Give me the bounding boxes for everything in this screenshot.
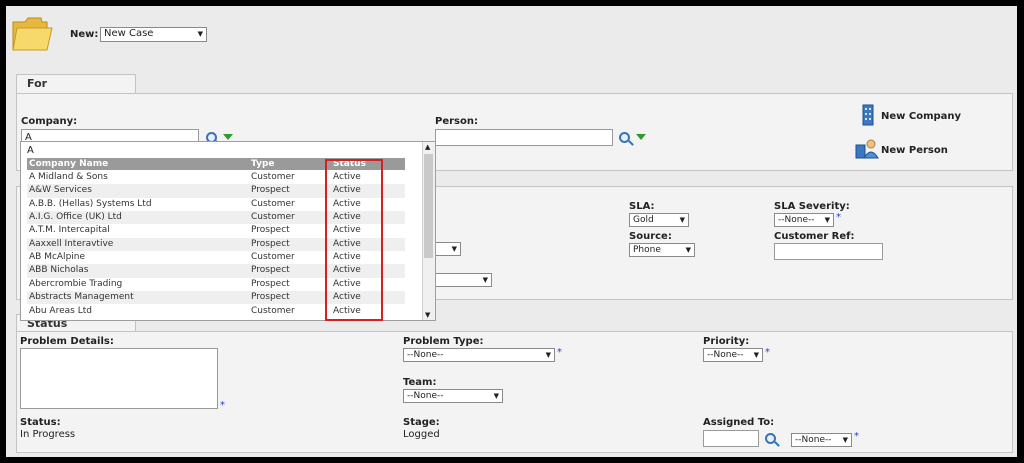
priority-select-value: --None-- <box>707 350 744 360</box>
chevron-down-icon: ▼ <box>679 216 685 224</box>
stage-value: Logged <box>403 429 440 440</box>
company-options-icon[interactable] <box>223 134 233 140</box>
scroll-down-icon[interactable]: ▼ <box>425 311 430 319</box>
row-company-name: A&W Services <box>29 185 92 196</box>
status-value: In Progress <box>20 429 76 440</box>
person-options-icon[interactable] <box>636 134 646 140</box>
chevron-down-icon: ▼ <box>451 245 457 253</box>
sla-select[interactable]: Gold ▼ <box>629 213 689 227</box>
tab-for[interactable]: For <box>16 74 136 94</box>
team-label: Team: <box>403 377 437 388</box>
row-company-name: A.B.B. (Hellas) Systems Ltd <box>29 198 152 209</box>
row-type: Prospect <box>251 185 290 196</box>
assigned-to-input[interactable] <box>703 430 759 447</box>
folder-icon <box>11 14 53 54</box>
problem-type-select-value: --None-- <box>407 350 444 360</box>
problem-details-textarea[interactable] <box>20 348 218 409</box>
chevron-down-icon: ▼ <box>482 276 488 284</box>
priority-select[interactable]: --None-- ▼ <box>703 348 763 362</box>
problem-type-label: Problem Type: <box>403 336 484 347</box>
col-type: Type <box>251 159 275 169</box>
new-company-link[interactable]: New Company <box>881 111 961 122</box>
required-marker: * <box>765 347 770 358</box>
problem-details-label: Problem Details: <box>20 336 114 347</box>
row-company-name: Abu Areas Ltd <box>29 305 92 316</box>
row-company-name: Abercrombie Trading <box>29 278 123 289</box>
row-type: Prospect <box>251 238 290 249</box>
chevron-down-icon: ▼ <box>493 392 499 400</box>
required-marker: * <box>836 212 841 223</box>
sla-severity-label: SLA Severity: <box>774 201 850 212</box>
status-column-highlight <box>325 159 383 321</box>
person-input[interactable] <box>435 129 613 146</box>
source-label: Source: <box>629 231 672 242</box>
scroll-up-icon[interactable]: ▲ <box>425 143 430 151</box>
chevron-down-icon: ▼ <box>824 216 830 224</box>
col-company-name: Company Name <box>29 159 109 169</box>
tab-for-label: For <box>27 77 48 90</box>
chevron-down-icon: ▼ <box>545 351 551 359</box>
row-type: Prospect <box>251 278 290 289</box>
new-label: New: <box>70 29 99 40</box>
row-company-name: AB McAlpine <box>29 252 86 263</box>
stage-label: Stage: <box>403 417 440 428</box>
row-type: Prospect <box>251 225 290 236</box>
row-type: Prospect <box>251 292 290 303</box>
row-company-name: Abstracts Management <box>29 292 134 303</box>
new-company-icon[interactable] <box>860 104 876 126</box>
new-person-link[interactable]: New Person <box>881 145 948 156</box>
assigned-to-label: Assigned To: <box>703 417 775 428</box>
row-company-name: Aaxxell Interavtive <box>29 238 114 249</box>
sla-label: SLA: <box>629 201 655 212</box>
customer-ref-label: Customer Ref: <box>774 231 855 242</box>
assigned-to-search-icon[interactable] <box>765 433 776 444</box>
assigned-to-select[interactable]: --None-- ▼ <box>791 433 852 447</box>
hidden-select-2[interactable]: ▼ <box>435 273 492 287</box>
status-panel: Problem Details: * Problem Type: --None-… <box>16 331 1013 453</box>
row-type: Customer <box>251 212 295 223</box>
source-select-value: Phone <box>633 245 661 255</box>
required-marker: * <box>557 347 562 358</box>
scrollbar-thumb[interactable] <box>424 154 433 258</box>
row-type: Customer <box>251 172 295 182</box>
dropdown-search-text: A <box>27 145 34 156</box>
sla-severity-select[interactable]: --None-- ▼ <box>774 213 834 227</box>
required-marker: * <box>220 400 225 411</box>
chevron-down-icon: ▼ <box>842 436 848 444</box>
team-select-value: --None-- <box>407 391 444 401</box>
team-select[interactable]: --None-- ▼ <box>403 389 503 403</box>
problem-type-select[interactable]: --None-- ▼ <box>403 348 555 362</box>
row-type: Customer <box>251 305 295 316</box>
chevron-down-icon: ▼ <box>197 30 203 38</box>
company-label: Company: <box>21 116 78 127</box>
row-company-name: A.I.G. Office (UK) Ltd <box>29 212 122 223</box>
row-type: Customer <box>251 252 295 263</box>
new-type-select-value: New Case <box>104 28 154 39</box>
customer-ref-input[interactable] <box>774 243 883 260</box>
priority-label: Priority: <box>703 336 750 347</box>
hidden-select-1[interactable]: ▼ <box>435 242 461 256</box>
assigned-to-select-value: --None-- <box>795 435 832 445</box>
source-select[interactable]: Phone ▼ <box>629 243 695 257</box>
new-type-select[interactable]: New Case ▼ <box>100 27 207 42</box>
row-company-name: A.T.M. Intercapital <box>29 225 110 236</box>
required-marker: * <box>854 431 859 442</box>
dropdown-scrollbar[interactable]: ▲ ▼ <box>422 142 435 320</box>
row-company-name: A Midland & Sons <box>29 172 108 182</box>
person-search-icon[interactable] <box>619 132 630 143</box>
sla-severity-select-value: --None-- <box>778 215 815 225</box>
person-label: Person: <box>435 116 478 127</box>
chevron-down-icon: ▼ <box>685 246 691 254</box>
new-person-icon[interactable] <box>855 137 879 159</box>
row-company-name: ABB Nicholas <box>29 265 89 276</box>
row-type: Customer <box>251 198 295 209</box>
sla-select-value: Gold <box>633 215 654 225</box>
app-frame: New: New Case ▼ For Company: A Person: Ne… <box>6 6 1017 457</box>
status-label: Status: <box>20 417 61 428</box>
row-type: Prospect <box>251 265 290 276</box>
chevron-down-icon: ▼ <box>753 351 759 359</box>
